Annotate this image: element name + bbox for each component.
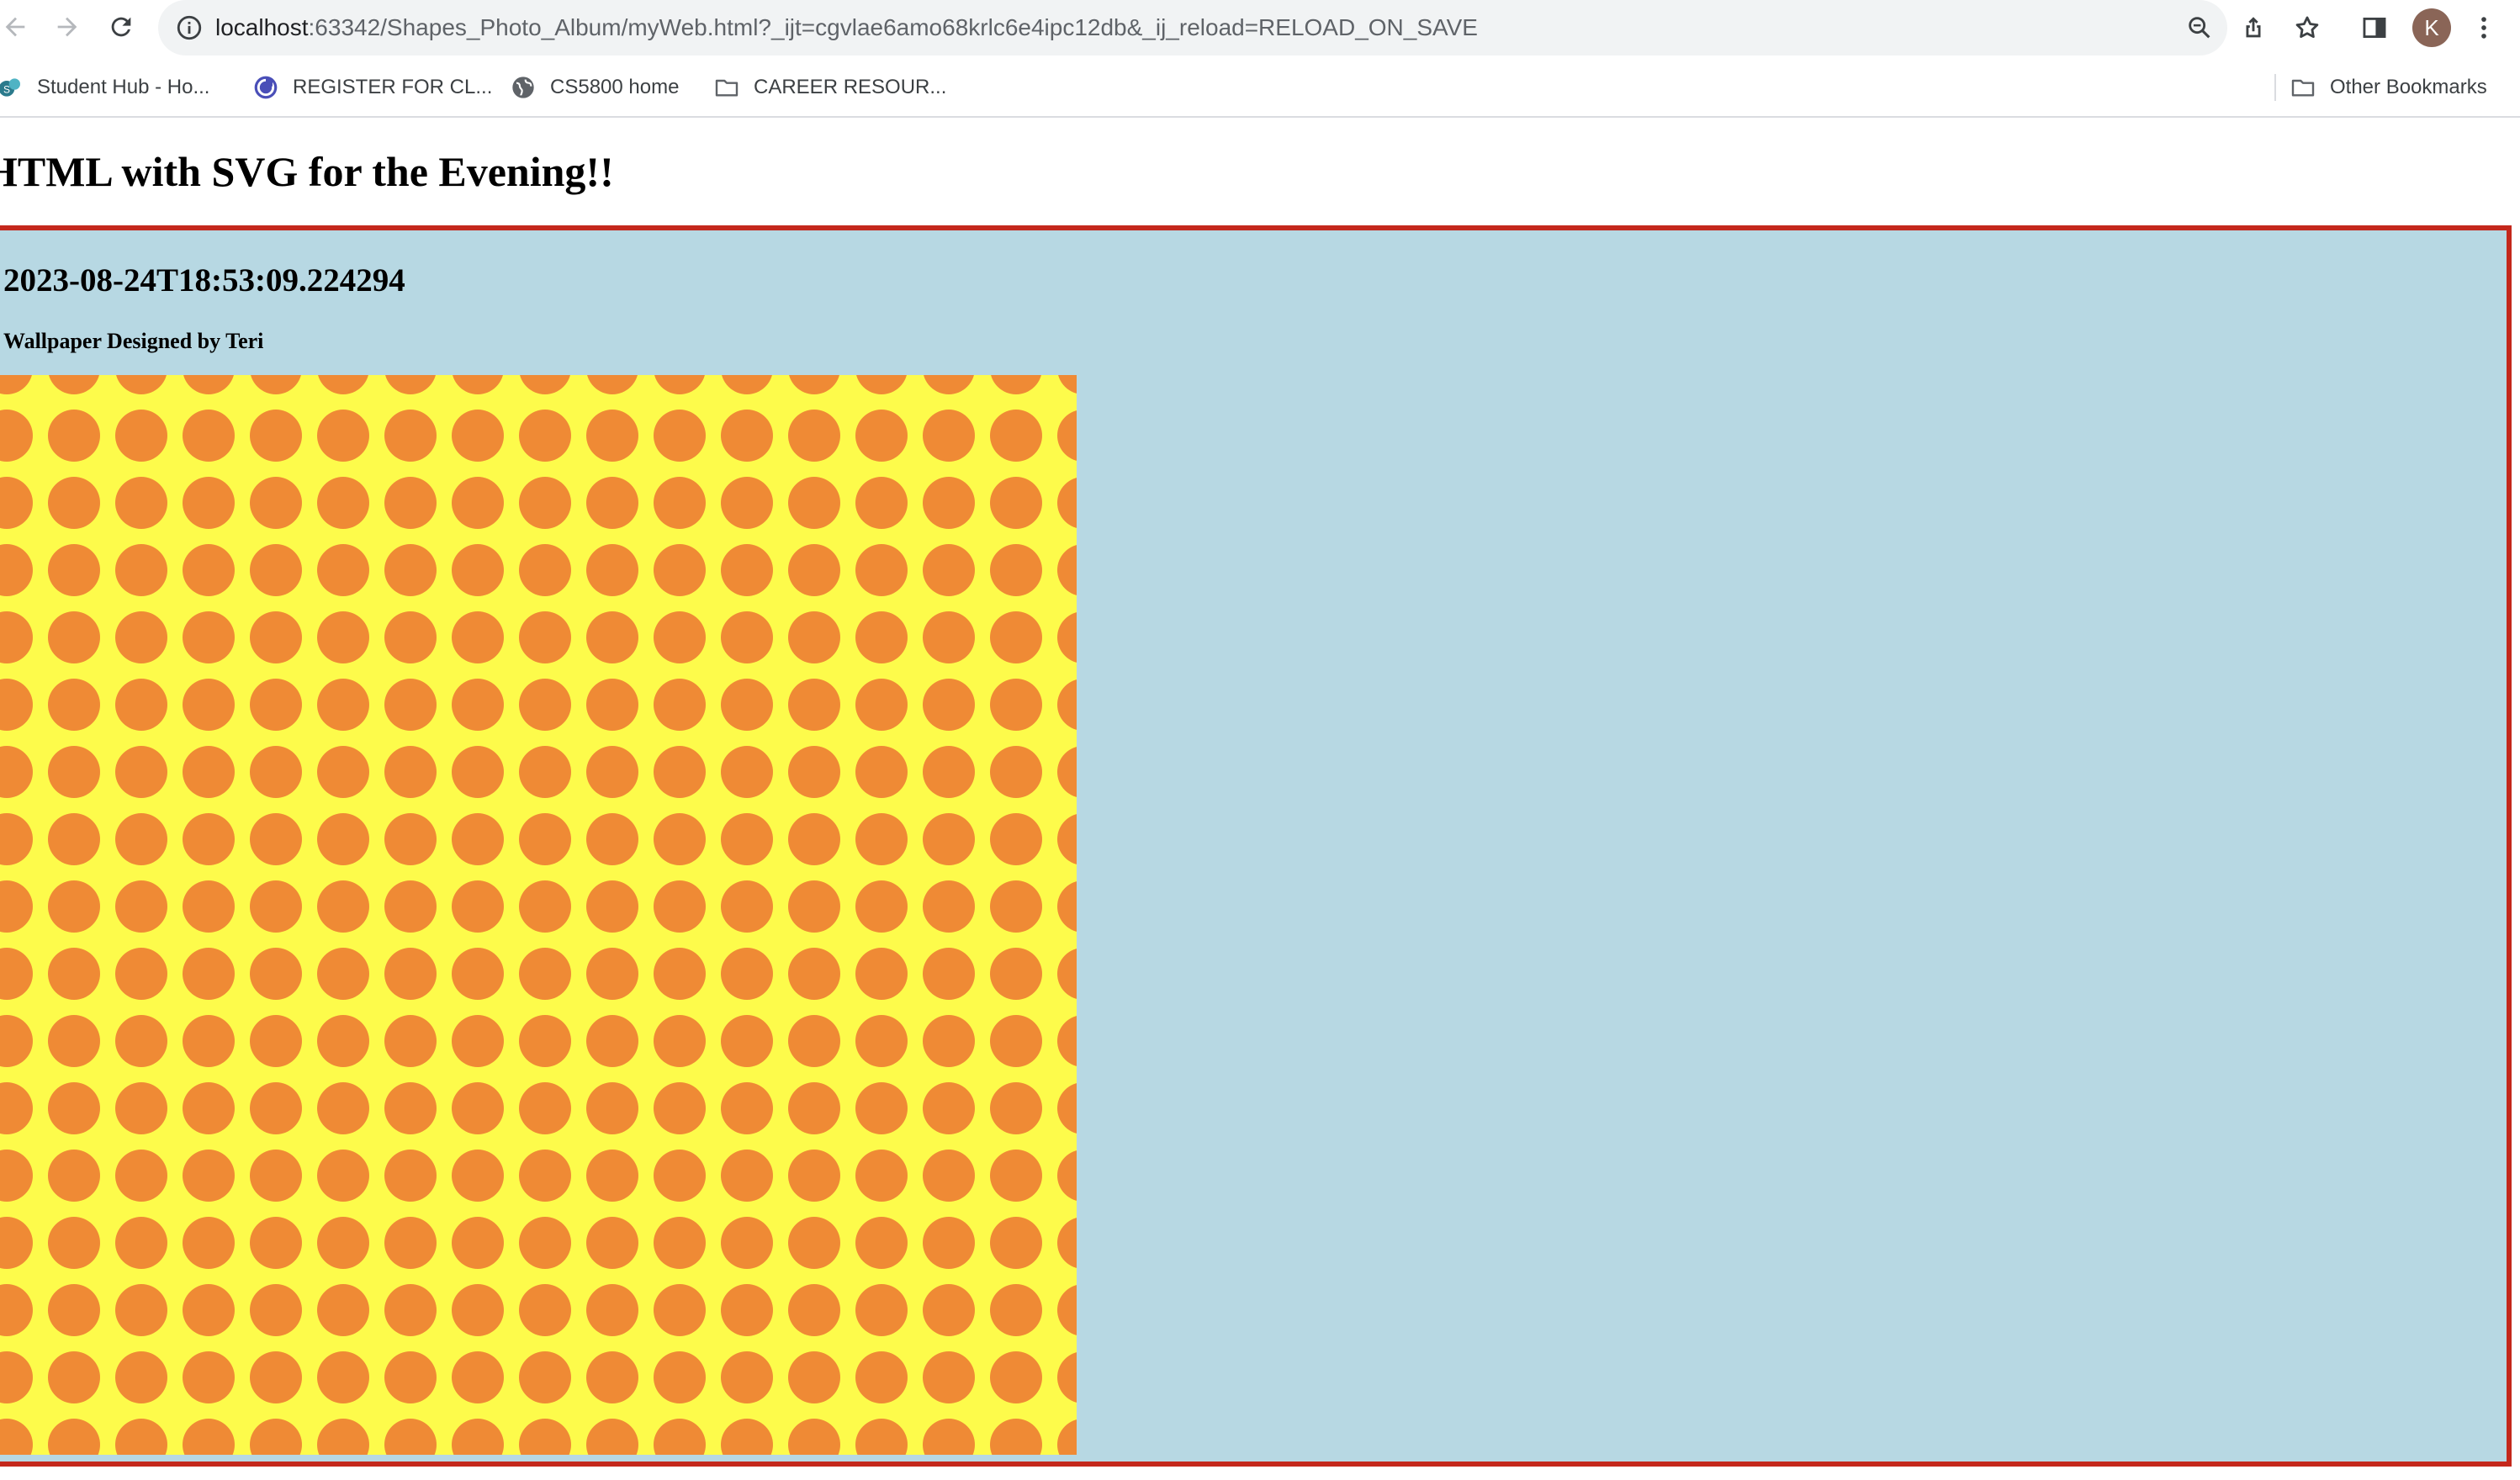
back-arrow-icon bbox=[5, 17, 25, 37]
share-icon bbox=[2246, 17, 2261, 38]
url-text[interactable]: localhost:63342/Shapes_Photo_Album/myWeb… bbox=[215, 0, 1478, 56]
folder-icon bbox=[713, 74, 740, 101]
student-hub-icon: S bbox=[0, 74, 24, 101]
bookmark-star-icon bbox=[2295, 16, 2319, 39]
other-bookmarks-label: Other Bookmarks bbox=[2330, 76, 2487, 98]
zoom-button[interactable] bbox=[2184, 12, 2216, 44]
album-frame: 2023-08-24T18:53:09.224294 Wallpaper Des… bbox=[0, 225, 2512, 1467]
bookmark-separator bbox=[2274, 74, 2276, 101]
forward-arrow-icon bbox=[57, 17, 77, 37]
address-bar[interactable]: localhost:63342/Shapes_Photo_Album/myWeb… bbox=[158, 0, 2227, 56]
bookmark-register[interactable]: REGISTER FOR CL... bbox=[252, 71, 492, 104]
folder-icon bbox=[2290, 74, 2316, 101]
bookmark-career-resources[interactable]: CAREER RESOUR... bbox=[713, 71, 946, 104]
bookmark-student-hub[interactable]: S Student Hub - Ho... bbox=[0, 71, 209, 104]
reload-icon bbox=[111, 17, 131, 37]
browser-chrome: localhost:63342/Shapes_Photo_Album/myWeb… bbox=[0, 0, 2520, 118]
browser-menu-button[interactable] bbox=[2464, 8, 2503, 47]
svg-text:S: S bbox=[3, 84, 10, 96]
site-info-icon[interactable] bbox=[175, 13, 204, 42]
profile-avatar[interactable]: K bbox=[2412, 8, 2451, 47]
bookmark-label: Student Hub - Ho... bbox=[37, 76, 210, 98]
kebab-menu-icon bbox=[2481, 17, 2486, 39]
bookmark-label: REGISTER FOR CL... bbox=[293, 76, 493, 98]
reload-button[interactable] bbox=[101, 7, 141, 47]
share-button[interactable] bbox=[2237, 12, 2269, 44]
side-panel-button[interactable] bbox=[2355, 8, 2394, 47]
polka-dot-wallpaper bbox=[0, 375, 1077, 1455]
bookmark-label: CS5800 home bbox=[550, 76, 680, 98]
forward-button[interactable] bbox=[47, 7, 87, 47]
bookmark-label: CAREER RESOUR... bbox=[754, 76, 947, 98]
wallpaper-dot-pattern bbox=[0, 375, 1077, 1455]
designer-credit: Wallpaper Designed by Teri bbox=[3, 329, 264, 353]
url-path: :63342/Shapes_Photo_Album/myWeb.html?_ij… bbox=[308, 14, 1478, 40]
side-panel-icon bbox=[2363, 17, 2386, 39]
other-bookmarks[interactable]: Other Bookmarks bbox=[2290, 71, 2487, 104]
page-viewport: HTML with SVG for the Evening!! 2023-08-… bbox=[0, 118, 2520, 1480]
url-host: localhost bbox=[215, 14, 309, 40]
timestamp: 2023-08-24T18:53:09.224294 bbox=[3, 262, 405, 299]
back-button[interactable] bbox=[0, 7, 35, 47]
bookmark-star-button[interactable] bbox=[2291, 12, 2323, 44]
register-icon bbox=[252, 74, 279, 101]
globe-icon bbox=[510, 74, 537, 101]
bookmark-cs5800[interactable]: CS5800 home bbox=[510, 71, 679, 104]
page-heading: HTML with SVG for the Evening!! bbox=[0, 148, 614, 195]
zoom-icon bbox=[2189, 17, 2210, 39]
